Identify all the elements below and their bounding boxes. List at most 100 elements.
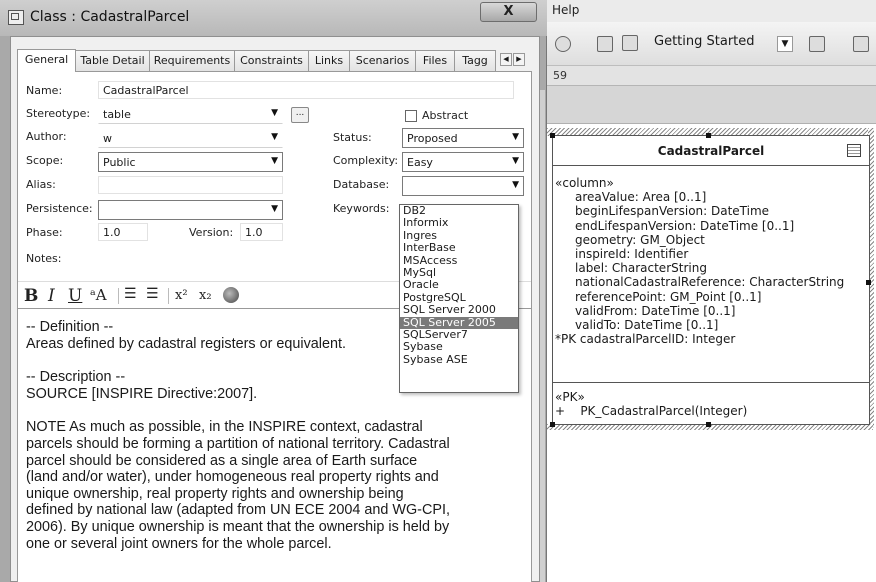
notes-line: NOTE As much as possible, in the INSPIRE… bbox=[26, 419, 423, 436]
database-option[interactable]: SQL Server 2000 bbox=[400, 303, 518, 316]
uml-attribute[interactable]: beginLifespanVersion: DateTime bbox=[555, 204, 871, 218]
panel-icon[interactable] bbox=[809, 36, 825, 52]
chevron-down-icon: ▼ bbox=[512, 156, 519, 166]
uml-attribute[interactable]: endLifespanVersion: DateTime [0..1] bbox=[555, 219, 871, 233]
bullet-list-button[interactable]: ☰ bbox=[124, 286, 137, 302]
uml-class-cadastralparcel[interactable]: CadastralParcel «column» areaValue: Area… bbox=[552, 135, 870, 425]
alias-label: Alias: bbox=[26, 178, 56, 191]
status-value: Proposed bbox=[407, 132, 458, 145]
combo-arrow-icon[interactable]: ▼ bbox=[777, 36, 793, 52]
phase-field[interactable]: 1.0 bbox=[98, 223, 148, 241]
main-toolbar: Getting Started ▼ bbox=[547, 22, 876, 66]
phase-label: Phase: bbox=[26, 226, 63, 239]
abstract-checkbox[interactable] bbox=[405, 110, 417, 122]
scope-combo[interactable]: Public ▼ bbox=[98, 152, 283, 172]
uml-attribute-list: «column» areaValue: Area [0..1] beginLif… bbox=[555, 176, 871, 346]
resize-handle[interactable] bbox=[706, 422, 711, 427]
superscript-button[interactable]: x² bbox=[175, 288, 188, 303]
tab-constraints[interactable]: Constraints bbox=[234, 50, 309, 71]
uml-attribute[interactable]: areaValue: Area [0..1] bbox=[555, 190, 871, 204]
tab-tagged-values[interactable]: Tagg bbox=[454, 50, 496, 71]
hyperlink-globe-icon[interactable] bbox=[223, 287, 239, 303]
window-icon[interactable] bbox=[597, 36, 613, 52]
tab-general[interactable]: General bbox=[17, 49, 76, 72]
resize-handle[interactable] bbox=[866, 280, 871, 285]
resize-handle[interactable] bbox=[550, 422, 555, 427]
tab-requirements[interactable]: Requirements bbox=[149, 50, 235, 71]
database-combo[interactable]: ▼ bbox=[402, 176, 524, 196]
subscript-button[interactable]: x₂ bbox=[199, 288, 212, 303]
persistence-combo[interactable]: ▼ bbox=[98, 200, 283, 220]
tab-scroll-right-icon[interactable]: ▶ bbox=[513, 53, 525, 66]
database-option[interactable]: Oracle bbox=[400, 278, 518, 291]
start-page-icon[interactable] bbox=[622, 35, 638, 51]
class-properties-dialog: Class : CadastralParcel X General Table … bbox=[0, 0, 547, 582]
name-label: Name: bbox=[26, 84, 63, 97]
scope-label: Scope: bbox=[26, 154, 64, 167]
database-option[interactable]: InterBase bbox=[400, 241, 518, 254]
chevron-down-icon: ▼ bbox=[512, 180, 519, 190]
stereotype-combo[interactable]: table ▼ bbox=[98, 104, 283, 124]
uml-attribute[interactable]: referencePoint: GM_Point [0..1] bbox=[555, 290, 871, 304]
uml-pk-attribute[interactable]: *PK cadastralParcelID: Integer bbox=[555, 332, 871, 346]
author-combo[interactable]: w ▼ bbox=[98, 128, 283, 148]
uml-class-title: CadastralParcel bbox=[553, 136, 869, 166]
tab-strip: General Table Detail Requirements Constr… bbox=[17, 49, 531, 72]
author-label: Author: bbox=[26, 130, 67, 143]
diagram-header-strip bbox=[547, 86, 876, 124]
toolbar-separator bbox=[168, 288, 169, 304]
notes-line: parcels should be forming a partition of… bbox=[26, 435, 450, 452]
database-option[interactable]: Informix bbox=[400, 216, 518, 229]
tab-table-detail[interactable]: Table Detail bbox=[75, 50, 150, 71]
font-color-button[interactable]: ᵃA bbox=[90, 286, 107, 304]
close-button[interactable]: X bbox=[480, 2, 537, 22]
getting-started-combo[interactable]: Getting Started bbox=[654, 34, 769, 54]
uml-attribute[interactable]: validTo: DateTime [0..1] bbox=[555, 318, 871, 332]
alias-field[interactable] bbox=[98, 176, 283, 194]
uml-operation[interactable]: + PK_CadastralParcel(Integer) bbox=[555, 404, 871, 418]
uml-attribute[interactable]: inspireId: Identifier bbox=[555, 247, 871, 261]
notes-line: (land and/or water), under homogeneous r… bbox=[26, 469, 439, 486]
version-field[interactable]: 1.0 bbox=[240, 223, 283, 241]
uml-attribute[interactable]: label: CharacterString bbox=[555, 261, 871, 275]
bold-button[interactable]: B bbox=[24, 286, 38, 306]
dialog-titlebar[interactable]: Class : CadastralParcel X bbox=[0, 0, 547, 36]
numbered-list-button[interactable]: ☰ bbox=[146, 286, 159, 302]
status-combo[interactable]: Proposed ▼ bbox=[402, 128, 524, 148]
table-icon bbox=[847, 144, 861, 157]
stereotype-value: table bbox=[103, 108, 131, 121]
database-option[interactable]: Sybase bbox=[400, 340, 518, 353]
record-icon[interactable] bbox=[555, 36, 571, 52]
database-dropdown-list: DB2 Informix Ingres InterBase MSAccess M… bbox=[399, 204, 519, 393]
resize-handle[interactable] bbox=[706, 133, 711, 138]
class-icon bbox=[8, 10, 24, 25]
stereotype-label: Stereotype: bbox=[26, 107, 91, 120]
complexity-value: Easy bbox=[407, 156, 433, 169]
uml-attribute[interactable]: geometry: GM_Object bbox=[555, 233, 871, 247]
keywords-label: Keywords: bbox=[333, 202, 390, 215]
dialog-title: Class : CadastralParcel bbox=[30, 9, 190, 25]
uml-attribute[interactable]: validFrom: DateTime [0..1] bbox=[555, 304, 871, 318]
tab-scenarios[interactable]: Scenarios bbox=[349, 50, 416, 71]
notes-line: unique ownership, real property rights a… bbox=[26, 485, 404, 502]
tab-scroll-left-icon[interactable]: ◀ bbox=[500, 53, 512, 66]
menu-help[interactable]: Help bbox=[552, 3, 579, 17]
layout-icon[interactable] bbox=[853, 36, 869, 52]
notes-label: Notes: bbox=[26, 252, 62, 265]
complexity-combo[interactable]: Easy ▼ bbox=[402, 152, 524, 172]
uml-stereotype-column: «column» bbox=[555, 176, 614, 190]
uml-operation-list: «PK» + PK_CadastralParcel(Integer) bbox=[555, 390, 871, 418]
diagram-tab-label[interactable]: 59 bbox=[553, 69, 567, 82]
database-option[interactable]: Sybase ASE bbox=[400, 353, 518, 366]
tab-links[interactable]: Links bbox=[308, 50, 350, 71]
uml-attribute[interactable]: nationalCadastralReference: CharacterStr… bbox=[555, 275, 871, 289]
notes-line: defined by national law (adapted from UN… bbox=[26, 502, 450, 519]
notes-line: one or several joint owners for the whol… bbox=[26, 535, 332, 552]
status-label: Status: bbox=[333, 131, 372, 144]
underline-button[interactable]: U bbox=[68, 286, 82, 306]
resize-handle[interactable] bbox=[550, 133, 555, 138]
italic-button[interactable]: I bbox=[48, 286, 55, 306]
tab-files[interactable]: Files bbox=[415, 50, 455, 71]
stereotype-browse-button[interactable]: ... bbox=[291, 107, 309, 123]
name-field[interactable]: CadastralParcel bbox=[98, 81, 514, 99]
